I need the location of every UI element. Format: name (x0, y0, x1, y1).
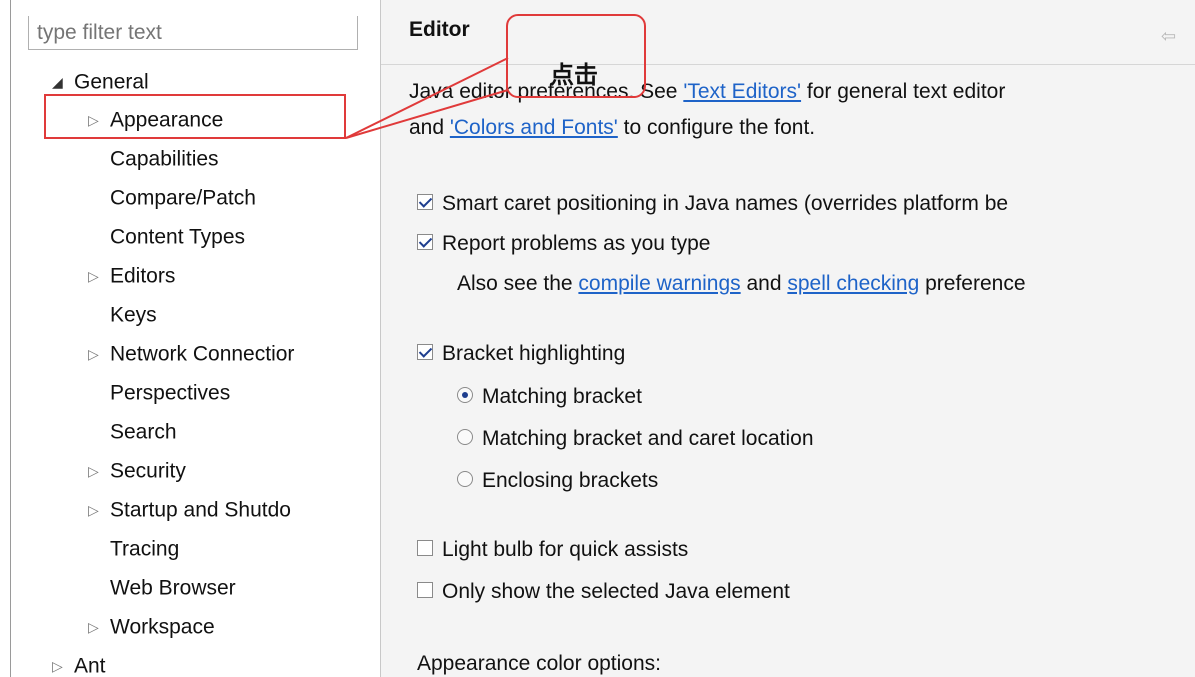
preferences-tree-panel: ◢General ▷Appearance Capabilities Compar… (0, 0, 380, 677)
option-label: Bracket highlighting (442, 342, 626, 365)
matching-caret-option[interactable]: Matching bracket and caret location (457, 425, 814, 453)
tree-item-ant[interactable]: ▷ Ant (52, 650, 106, 677)
option-label: Light bulb for quick assists (442, 538, 689, 561)
intro-text: for general text editor (801, 80, 1006, 103)
panel-border (10, 0, 11, 677)
collapsed-arrow-icon[interactable]: ▷ (52, 650, 74, 677)
report-problems-option[interactable]: Report problems as you type (417, 230, 710, 258)
tree-item-label: Editors (110, 264, 176, 288)
page-title: Editor (409, 18, 470, 41)
matching-bracket-option[interactable]: Matching bracket (457, 383, 642, 411)
expanded-arrow-icon[interactable]: ◢ (52, 66, 74, 98)
enclosing-brackets-radio[interactable] (457, 471, 473, 488)
only-selected-option[interactable]: Only show the selected Java element (417, 578, 790, 606)
intro-text: Java editor preferences. See (409, 80, 684, 103)
editor-preferences-panel: Editor ⇦ Java editor preferences. See 'T… (381, 0, 1195, 677)
only-selected-checkbox[interactable] (417, 582, 433, 599)
callout-text: 点击 (550, 61, 598, 89)
option-label: Matching bracket and caret location (482, 427, 814, 450)
light-bulb-checkbox[interactable] (417, 540, 433, 557)
compile-warnings-link[interactable]: compile warnings (578, 272, 740, 295)
tree-item-web-browser[interactable]: Web Browser (110, 572, 236, 604)
tree-item-tracing[interactable]: Tracing (110, 533, 179, 565)
tree-item-label: Capabilities (110, 147, 219, 171)
title-divider (381, 64, 1195, 65)
tree-item-security[interactable]: ▷ Security (88, 455, 186, 487)
tree-item-label: Tracing (110, 537, 180, 561)
tree-item-label: Workspace (110, 615, 215, 639)
tree-item-keys[interactable]: Keys (110, 299, 157, 331)
option-label: Matching bracket (482, 385, 642, 408)
matching-caret-radio[interactable] (457, 429, 473, 446)
tree-item-search[interactable]: Search (110, 416, 177, 448)
tree-item-label: Keys (110, 303, 157, 327)
also-see-line: Also see the compile warnings and spell … (457, 270, 1026, 298)
matching-bracket-radio[interactable] (457, 387, 473, 404)
tree-item-content-types[interactable]: Content Types (110, 221, 245, 253)
option-label: Report problems as you type (442, 232, 711, 255)
bracket-highlighting-checkbox[interactable] (417, 344, 433, 361)
intro-line-2: and 'Colors and Fonts' to configure the … (409, 116, 815, 140)
back-arrow-icon[interactable]: ⇦ (1161, 26, 1176, 47)
tree-item-startup-shutdown[interactable]: ▷ Startup and Shutdo (88, 494, 291, 526)
tree-item-label: Startup and Shutdo (110, 498, 291, 522)
tree-item-perspectives[interactable]: Perspectives (110, 377, 230, 409)
tree-item-label: General (74, 70, 149, 94)
also-see-text: Also see the (457, 272, 579, 295)
colors-and-fonts-link[interactable]: 'Colors and Fonts' (450, 116, 618, 139)
collapsed-arrow-icon[interactable]: ▷ (88, 611, 110, 643)
tree-item-editors[interactable]: ▷ Editors (88, 260, 175, 292)
collapsed-arrow-icon[interactable]: ▷ (88, 338, 110, 370)
tree-item-appearance[interactable]: ▷ Appearance (88, 104, 223, 136)
tree-item-label: Web Browser (110, 576, 236, 600)
tree-item-workspace[interactable]: ▷ Workspace (88, 611, 215, 643)
option-label: Smart caret positioning in Java names (o… (442, 192, 1009, 215)
tree-item-label: Perspectives (110, 381, 231, 405)
tree-item-label: Ant (74, 654, 106, 677)
light-bulb-option[interactable]: Light bulb for quick assists (417, 536, 688, 564)
bracket-highlighting-option[interactable]: Bracket highlighting (417, 340, 625, 368)
collapsed-arrow-icon[interactable]: ▷ (88, 260, 110, 292)
tree-item-label: Content Types (110, 225, 246, 249)
filter-input[interactable] (28, 16, 358, 50)
tree-item-label: Security (110, 459, 186, 483)
collapsed-arrow-icon[interactable]: ▷ (88, 104, 110, 136)
smart-caret-checkbox[interactable] (417, 194, 433, 211)
intro-text: to configure the font. (617, 116, 816, 139)
tree-item-label: Search (110, 420, 177, 444)
tree-item-compare-patch[interactable]: Compare/Patch (110, 182, 256, 214)
text-editors-link[interactable]: 'Text Editors' (683, 80, 801, 103)
report-problems-checkbox[interactable] (417, 234, 433, 251)
smart-caret-option[interactable]: Smart caret positioning in Java names (o… (417, 190, 1008, 218)
collapsed-arrow-icon[interactable]: ▷ (88, 455, 110, 487)
appearance-color-options-label: Appearance color options: (417, 652, 661, 675)
option-label: Only show the selected Java element (442, 580, 790, 603)
enclosing-brackets-option[interactable]: Enclosing brackets (457, 467, 658, 495)
tree-item-capabilities[interactable]: Capabilities (110, 143, 219, 175)
tree-item-label: Compare/Patch (110, 186, 256, 210)
tree-item-general[interactable]: ◢ General (52, 66, 149, 98)
tree-item-network-connections[interactable]: ▷ Network Connectior (88, 338, 294, 370)
spell-checking-link[interactable]: spell checking (787, 272, 919, 295)
also-see-text: and (740, 272, 788, 295)
intro-line-1: Java editor preferences. See 'Text Edito… (409, 80, 1005, 104)
option-label: Enclosing brackets (482, 469, 659, 492)
tree-item-label: Appearance (110, 108, 224, 132)
tree-item-label: Network Connectior (110, 342, 295, 366)
collapsed-arrow-icon[interactable]: ▷ (88, 494, 110, 526)
also-see-text: preference (919, 272, 1026, 295)
intro-text: and (409, 116, 450, 139)
